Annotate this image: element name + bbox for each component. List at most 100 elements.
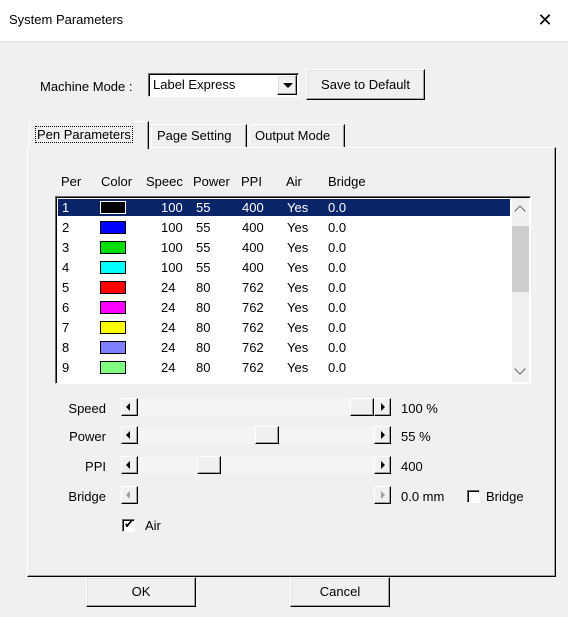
chevron-down-icon[interactable] (277, 75, 297, 95)
cell-air: Yes (287, 300, 309, 315)
scroll-thumb[interactable] (512, 226, 529, 292)
cell-per: 2 (62, 220, 70, 235)
bridge-decrease-arrow-icon (121, 486, 138, 504)
cell-bridge: 0.0 (328, 260, 347, 275)
power-label: Power (69, 429, 106, 444)
close-icon[interactable]: ✕ (522, 0, 568, 41)
color-swatch (100, 201, 126, 214)
power-value: 55 % (401, 429, 431, 444)
cell-bridge: 0.0 (328, 340, 347, 355)
cell-speed: 100 (161, 240, 183, 255)
cell-air: Yes (287, 240, 309, 255)
color-swatch (100, 241, 126, 254)
cell-ppi: 762 (242, 280, 264, 295)
cell-per: 3 (62, 240, 70, 255)
cancel-button[interactable]: Cancel (290, 577, 390, 607)
tab-output-mode[interactable]: Output Mode (249, 124, 345, 148)
table-row[interactable]: 1 100 55 400 Yes 0.0 (58, 199, 510, 216)
cell-air: Yes (287, 320, 309, 335)
cell-bridge: 0.0 (328, 220, 347, 235)
column-header-speed: Speec (146, 174, 183, 189)
cell-power: 55 (196, 200, 211, 215)
color-swatch (100, 281, 126, 294)
cell-speed: 24 (161, 320, 176, 335)
cell-bridge: 0.0 (328, 240, 347, 255)
column-header-bridge: Bridge (328, 174, 366, 189)
cell-ppi: 762 (242, 320, 264, 335)
cell-bridge: 0.0 (328, 280, 347, 295)
checkmark-icon: ✔ (124, 517, 135, 531)
speed-increase-arrow-icon[interactable] (374, 398, 391, 416)
cell-air: Yes (287, 360, 309, 375)
cell-power: 80 (196, 300, 211, 315)
save-to-default-button[interactable]: Save to Default (306, 69, 425, 100)
ok-button[interactable]: OK (86, 577, 196, 607)
speed-decrease-arrow-icon[interactable] (121, 398, 138, 416)
cell-per: 9 (62, 360, 70, 375)
cell-speed: 24 (161, 360, 176, 375)
cell-ppi: 400 (242, 240, 264, 255)
title-separator (0, 41, 568, 42)
cell-speed: 100 (161, 220, 183, 235)
ppi-label: PPI (85, 459, 106, 474)
cell-power: 80 (196, 340, 211, 355)
bridge-value: 0.0 mm (401, 489, 445, 504)
color-swatch (100, 221, 126, 234)
scroll-up-icon[interactable] (514, 205, 526, 217)
cell-speed: 24 (161, 340, 176, 355)
bridge-checkbox[interactable] (467, 490, 480, 503)
cell-air: Yes (287, 340, 309, 355)
table-row[interactable]: 8 24 80 762 Yes 0.0 (58, 339, 510, 356)
cell-power: 80 (196, 280, 211, 295)
cell-air: Yes (287, 260, 309, 275)
cell-ppi: 400 (242, 220, 264, 235)
cell-air: Yes (287, 220, 309, 235)
cell-power: 80 (196, 360, 211, 375)
ppi-slider[interactable] (121, 456, 391, 474)
ppi-decrease-arrow-icon[interactable] (121, 456, 138, 474)
cell-bridge: 0.0 (328, 300, 347, 315)
table-row[interactable]: 6 24 80 762 Yes 0.0 (58, 299, 510, 316)
cell-power: 80 (196, 320, 211, 335)
cell-per: 8 (62, 340, 70, 355)
cell-power: 55 (196, 260, 211, 275)
cell-ppi: 762 (242, 300, 264, 315)
power-slider-thumb[interactable] (255, 426, 279, 444)
scroll-down-icon[interactable] (514, 363, 526, 375)
power-decrease-arrow-icon[interactable] (121, 426, 138, 444)
cell-per: 7 (62, 320, 70, 335)
pen-list[interactable]: 1 100 55 400 Yes 0.0 2 100 55 400 Yes 0.0 3 100 55 400 Y… (55, 196, 531, 384)
tab-pen-parameters[interactable]: Pen Parameters (29, 121, 149, 149)
cell-ppi: 762 (242, 340, 264, 355)
cell-per: 5 (62, 280, 70, 295)
tab-pen-parameters-label: Pen Parameters (35, 126, 133, 143)
machine-mode-select[interactable]: Label Express (148, 73, 299, 97)
table-row[interactable]: 4 100 55 400 Yes 0.0 (58, 259, 510, 276)
cell-ppi: 762 (242, 360, 264, 375)
cell-ppi: 400 (242, 260, 264, 275)
table-row[interactable]: 7 24 80 762 Yes 0.0 (58, 319, 510, 336)
cell-ppi: 400 (242, 200, 264, 215)
power-increase-arrow-icon[interactable] (374, 426, 391, 444)
cell-bridge: 0.0 (328, 360, 347, 375)
window-title: System Parameters (9, 12, 124, 27)
bridge-increase-arrow-icon (374, 486, 391, 504)
color-swatch (100, 261, 126, 274)
table-row[interactable]: 3 100 55 400 Yes 0.0 (58, 239, 510, 256)
tab-page-setting[interactable]: Page Setting (151, 124, 247, 148)
title-bar: System Parameters ✕ (0, 0, 568, 41)
system-parameters-dialog: System Parameters ✕ Machine Mode : Label… (0, 0, 568, 617)
table-row[interactable]: 2 100 55 400 Yes 0.0 (58, 219, 510, 236)
column-header-color: Color (101, 174, 133, 189)
speed-slider-thumb[interactable] (350, 398, 374, 416)
table-row[interactable]: 5 24 80 762 Yes 0.0 (58, 279, 510, 296)
cell-speed: 100 (161, 200, 183, 215)
cell-speed: 24 (161, 280, 176, 295)
cell-speed: 100 (161, 260, 183, 275)
air-checkbox[interactable]: ✔ (122, 517, 135, 532)
table-row[interactable]: 9 24 80 762 Yes 0.0 (58, 359, 510, 376)
ppi-increase-arrow-icon[interactable] (374, 456, 391, 474)
list-scrollbar[interactable] (512, 198, 529, 382)
ppi-slider-thumb[interactable] (197, 456, 221, 474)
cell-air: Yes (287, 200, 309, 215)
